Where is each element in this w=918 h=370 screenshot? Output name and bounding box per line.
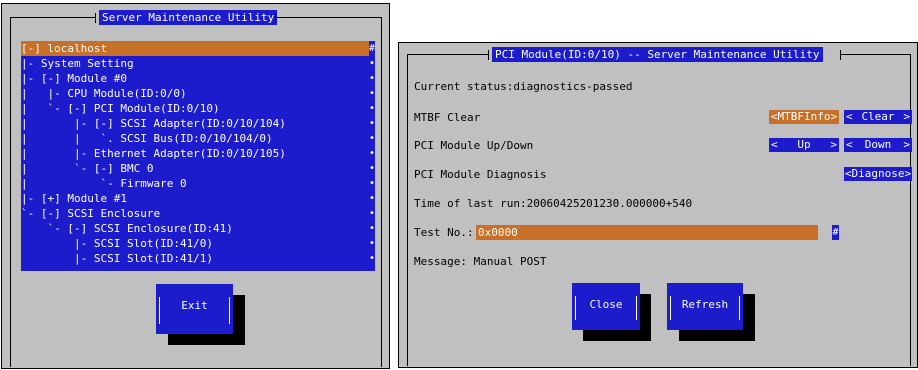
down-button-label: Down [864, 138, 892, 151]
scrollbar-track[interactable]: • [369, 131, 375, 146]
test-no-input[interactable]: 0x0000 [476, 225, 818, 240]
message-text: Message: Manual POST [414, 255, 547, 268]
close-button[interactable]: Close [572, 283, 640, 330]
tree-node[interactable]: `- [-] SCSI Enclosure(ID:41) [21, 221, 375, 236]
up-right-bracket: > [830, 138, 837, 151]
refresh-button-label: Refresh [681, 298, 729, 311]
frame-top-left [407, 54, 489, 55]
frame-top-right [275, 17, 381, 18]
up-button-label: Up [797, 138, 811, 151]
frame-top-left [10, 17, 96, 18]
pci-module-window: PCI Module(ID:0/10) -- Server Maintenanc… [398, 42, 918, 368]
frame-left [10, 17, 11, 367]
current-status: Current status:diagnostics-passed [414, 80, 633, 93]
tree-node-localhost[interactable]: [-] localhost [21, 41, 375, 56]
frame-left [407, 54, 408, 366]
scrollbar-track[interactable]: • [369, 86, 375, 101]
clear-button[interactable]: < Clear > [844, 110, 912, 124]
scrollbar-track[interactable]: • [369, 176, 375, 191]
scrollbar-top-icon[interactable]: # [369, 41, 375, 56]
tree-node[interactable]: `- [-] SCSI Enclosure [21, 206, 375, 221]
tree-node[interactable]: | `- [-] BMC 0 [21, 161, 375, 176]
scrollbar-track[interactable]: • [369, 191, 375, 206]
tree-node[interactable]: | `- [-] PCI Module(ID:0/10) [21, 101, 375, 116]
scrollbar-track[interactable]: • [369, 206, 375, 221]
server-tree[interactable]: [-] localhost |- System Setting |- [-] M… [21, 41, 375, 271]
scrollbar-track[interactable]: • [369, 161, 375, 176]
main-tree-window: Server Maintenance Utility [-] localhost… [1, 3, 390, 369]
scrollbar-track[interactable]: • [369, 236, 375, 251]
frame-right [910, 54, 911, 366]
tree-node[interactable]: | |- Ethernet Adapter(ID:0/10/105) [21, 146, 375, 161]
diagnose-button-label: <Diagnose> [844, 167, 912, 180]
mtbf-info-button[interactable]: <MTBFInfo> [769, 110, 839, 124]
clear-right-bracket: > [903, 110, 910, 123]
scrollbar-track[interactable]: • [369, 221, 375, 236]
scrollbar-track[interactable]: • [369, 251, 375, 266]
diagnose-button[interactable]: <Diagnose> [844, 167, 912, 181]
window-title: Server Maintenance Utility [99, 10, 278, 25]
scrollbar-track[interactable]: • [369, 146, 375, 161]
title-tick-left [95, 13, 96, 23]
up-button[interactable]: < Up > [769, 138, 839, 152]
title-tick-left [488, 50, 489, 60]
updown-label: PCI Module Up/Down [414, 139, 534, 152]
scrollbar-track[interactable]: • [369, 71, 375, 86]
tree-node[interactable]: | |- CPU Module(ID:0/0) [21, 86, 375, 101]
exit-button[interactable]: Exit [156, 284, 233, 334]
title-tick-right [840, 50, 841, 60]
tree-node[interactable]: | | `. SCSI Bus(ID:0/10/104/0) [21, 131, 375, 146]
refresh-button[interactable]: Refresh [667, 283, 743, 330]
clear-button-label: Clear [861, 110, 895, 123]
frame-right [381, 17, 382, 367]
tree-node[interactable]: | `- Firmware 0 [21, 176, 375, 191]
tree-node[interactable]: |- System Setting [21, 56, 375, 71]
diagnosis-label: PCI Module Diagnosis [414, 168, 547, 181]
tree-node[interactable]: |- SCSI Slot(ID:41/1) [21, 251, 375, 266]
tree-node[interactable]: |- [+] Module #1 [21, 191, 375, 206]
down-button[interactable]: < Down > [844, 138, 912, 152]
last-run-time: Time of last run:20060425201230.000000+5… [414, 197, 693, 210]
scrollbar-track[interactable]: • [369, 116, 375, 131]
exit-button-label: Exit [181, 299, 208, 312]
title-tick-right [275, 13, 276, 23]
scrollbar-track[interactable]: • [369, 56, 375, 71]
tree-node[interactable]: | |- [-] SCSI Adapter(ID:0/10/104) [21, 116, 375, 131]
mtbf-clear-label: MTBF Clear [414, 111, 481, 124]
tree-node[interactable]: |- [-] Module #0 [21, 71, 375, 86]
test-no-label: Test No.: [414, 226, 474, 239]
frame-top-right [840, 54, 910, 55]
down-right-bracket: > [903, 138, 910, 151]
scrollbar-track[interactable]: • [369, 101, 375, 116]
close-button-label: Close [589, 298, 623, 311]
tree-node[interactable]: |- SCSI Slot(ID:41/0) [21, 236, 375, 251]
test-no-hash-icon: # [832, 225, 839, 240]
window-title: PCI Module(ID:0/10) -- Server Maintenanc… [492, 47, 823, 62]
